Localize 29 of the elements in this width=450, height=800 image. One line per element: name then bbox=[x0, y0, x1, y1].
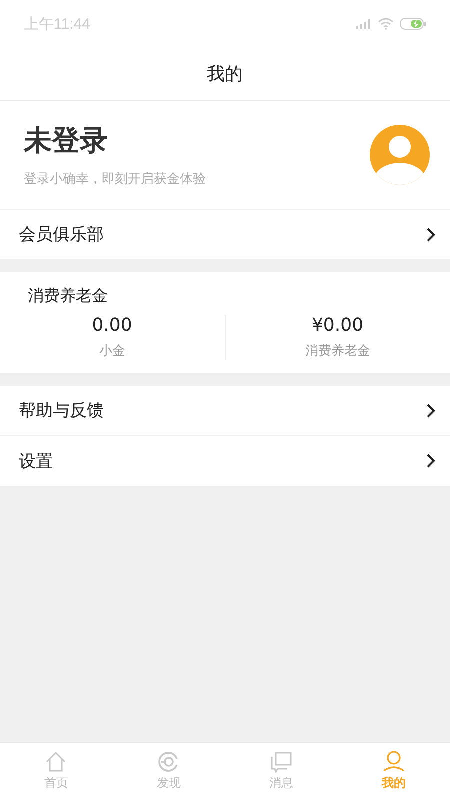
signal-icon bbox=[356, 19, 372, 29]
battery-icon bbox=[400, 18, 426, 30]
tab-item[interactable]: 消息 bbox=[225, 743, 338, 800]
stat-value: 0.00 bbox=[92, 315, 132, 336]
chevron-right-icon bbox=[426, 226, 436, 242]
avatar-icon[interactable] bbox=[370, 125, 430, 185]
chevron-right-icon bbox=[426, 402, 436, 418]
user-icon bbox=[382, 751, 405, 773]
tab-item[interactable]: 我的 bbox=[338, 743, 450, 800]
stat-label: 小金 bbox=[99, 343, 126, 360]
menu-label: 会员俱乐部 bbox=[19, 224, 104, 246]
home-icon bbox=[45, 751, 68, 773]
menu-item[interactable]: 帮助与反馈 bbox=[0, 385, 450, 436]
discover-icon bbox=[158, 751, 180, 773]
section-title: 消费养老金 bbox=[27, 286, 109, 307]
menu-item[interactable]: 设置 bbox=[0, 436, 450, 487]
page-title: 我的 bbox=[207, 63, 243, 86]
chevron-right-icon bbox=[426, 453, 436, 469]
login-status: 未登录 bbox=[24, 123, 109, 159]
stat-value: ¥0.00 bbox=[312, 315, 364, 336]
chat-icon bbox=[270, 751, 292, 773]
tab-item[interactable]: 首页 bbox=[0, 743, 112, 800]
login-prompt: 登录小确幸，即刻开启获金体验 bbox=[24, 171, 206, 188]
wifi-icon bbox=[378, 18, 394, 30]
stat-label: 消费养老金 bbox=[305, 343, 370, 360]
menu-label: 设置 bbox=[19, 450, 53, 472]
menu-item[interactable]: 会员俱乐部 bbox=[0, 209, 450, 260]
menu-label: 帮助与反馈 bbox=[19, 400, 104, 422]
tab-item[interactable]: 发现 bbox=[112, 743, 225, 800]
